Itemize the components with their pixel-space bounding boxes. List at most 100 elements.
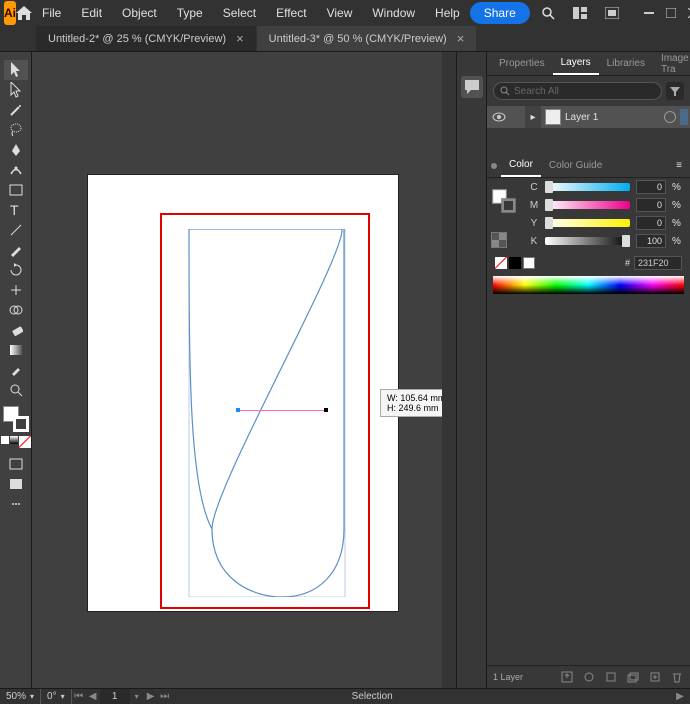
tab-color-guide[interactable]: Color Guide (541, 155, 610, 176)
tab-libraries[interactable]: Libraries (599, 53, 653, 74)
layer-row[interactable]: ▸ Layer 1 (487, 106, 690, 128)
artboard-dropdown[interactable]: ▾ (130, 690, 144, 704)
layer-expand-toggle[interactable]: ▸ (525, 106, 541, 128)
layer-name[interactable]: Layer 1 (565, 112, 598, 123)
next-artboard-button[interactable]: ▶ (144, 690, 158, 704)
eyedropper-tool[interactable] (4, 360, 28, 380)
magic-wand-tool[interactable] (4, 100, 28, 120)
tab-close-icon[interactable]: × (457, 31, 465, 46)
lasso-tool[interactable] (4, 120, 28, 140)
panel-collapse-icon[interactable] (491, 163, 497, 169)
scrollbar-vertical[interactable] (442, 52, 456, 688)
pen-tool[interactable] (4, 140, 28, 160)
maximize-button[interactable] (660, 4, 682, 22)
fill-stroke-swatch[interactable] (3, 406, 29, 432)
tab-color[interactable]: Color (501, 154, 541, 177)
svg-text:T: T (10, 203, 19, 217)
unit: % (672, 200, 682, 211)
artboard-number[interactable]: 1 (100, 689, 130, 704)
document-tab[interactable]: Untitled-2* @ 25 % (CMYK/Preview) × (36, 26, 256, 51)
menu-help[interactable]: Help (425, 0, 470, 26)
tab-layers[interactable]: Layers (553, 52, 599, 75)
layer-export-icon[interactable] (560, 670, 574, 684)
tab-properties[interactable]: Properties (491, 53, 553, 74)
menu-object[interactable]: Object (112, 0, 167, 26)
minimize-button[interactable] (638, 4, 660, 22)
share-button[interactable]: Share (470, 2, 530, 24)
rectangle-tool[interactable] (4, 180, 28, 200)
comments-panel-icon[interactable] (461, 76, 483, 98)
close-button[interactable] (682, 4, 690, 22)
first-artboard-button[interactable]: ⏮ (72, 690, 86, 704)
width-tool[interactable] (4, 280, 28, 300)
menu-effect[interactable]: Effect (266, 0, 316, 26)
m-value[interactable]: 0 (636, 198, 666, 212)
home-button[interactable] (16, 0, 32, 26)
tab-close-icon[interactable]: × (236, 31, 244, 46)
gradient-mode[interactable] (10, 436, 18, 444)
color-fill-stroke[interactable] (492, 189, 515, 212)
direct-selection-tool[interactable] (4, 80, 28, 100)
black-swatch[interactable] (509, 257, 521, 269)
line-tool[interactable] (4, 220, 28, 240)
gradient-tool[interactable] (4, 340, 28, 360)
hex-input[interactable] (634, 256, 682, 270)
anchor (324, 408, 328, 412)
color-mode[interactable] (1, 436, 9, 444)
m-slider[interactable] (545, 201, 630, 209)
y-value[interactable]: 0 (636, 216, 666, 230)
locate-object-icon[interactable] (582, 670, 596, 684)
workspace-icon[interactable] (598, 1, 626, 25)
new-sublayer-icon[interactable] (626, 670, 640, 684)
eraser-tool[interactable] (4, 320, 28, 340)
tab-image-trace[interactable]: Image Tra (653, 48, 690, 80)
draw-mode[interactable] (4, 454, 28, 474)
new-layer-icon[interactable] (648, 670, 662, 684)
y-slider[interactable] (545, 219, 630, 227)
color-spectrum[interactable] (493, 276, 684, 294)
layer-target-icon[interactable] (664, 111, 676, 123)
zoom-field[interactable]: 50% ▾ (0, 689, 41, 704)
last-artboard-button[interactable]: ⏭ (158, 690, 172, 704)
stroke-color[interactable] (13, 416, 29, 432)
type-tool[interactable]: T (4, 200, 28, 220)
layer-filter-button[interactable] (666, 82, 684, 100)
m-label: M (529, 200, 539, 211)
rotate-tool[interactable] (4, 260, 28, 280)
out-of-gamut-icon[interactable] (491, 232, 507, 248)
edit-toolbar[interactable] (4, 494, 28, 514)
c-slider[interactable] (545, 183, 630, 191)
menu-file[interactable]: File (32, 0, 71, 26)
delete-layer-icon[interactable] (670, 670, 684, 684)
menu-select[interactable]: Select (213, 0, 266, 26)
white-swatch[interactable] (523, 257, 535, 269)
k-slider[interactable] (545, 237, 630, 245)
search-icon[interactable] (534, 1, 562, 25)
k-value[interactable]: 100 (636, 234, 666, 248)
panel-menu-icon[interactable]: ≡ (672, 160, 686, 171)
arrange-icon[interactable] (566, 1, 594, 25)
selection-tool[interactable] (4, 60, 28, 80)
document-tab[interactable]: Untitled-3* @ 50 % (CMYK/Preview) × (257, 26, 477, 51)
blue-curve-object[interactable] (172, 229, 348, 597)
screen-mode[interactable] (4, 474, 28, 494)
c-value[interactable]: 0 (636, 180, 666, 194)
curvature-tool[interactable] (4, 160, 28, 180)
menu-edit[interactable]: Edit (71, 0, 112, 26)
menu-view[interactable]: View (317, 0, 363, 26)
visibility-toggle[interactable] (487, 112, 511, 122)
prev-artboard-button[interactable]: ◀ (86, 690, 100, 704)
make-clip-icon[interactable] (604, 670, 618, 684)
zoom-tool[interactable] (4, 380, 28, 400)
status-scroll-right[interactable]: ▶ (676, 690, 690, 704)
artboard[interactable] (87, 174, 399, 612)
none-color-swatch[interactable] (495, 257, 507, 269)
shape-builder-tool[interactable] (4, 300, 28, 320)
menu-window[interactable]: Window (362, 0, 425, 26)
none-mode[interactable] (19, 436, 31, 448)
rotation-field[interactable]: 0° ▾ (41, 689, 72, 704)
menu-type[interactable]: Type (167, 0, 213, 26)
layer-search-input[interactable]: Search All (493, 82, 662, 100)
canvas[interactable]: W: 105.64 mm H: 249.6 mm (32, 52, 456, 688)
paintbrush-tool[interactable] (4, 240, 28, 260)
